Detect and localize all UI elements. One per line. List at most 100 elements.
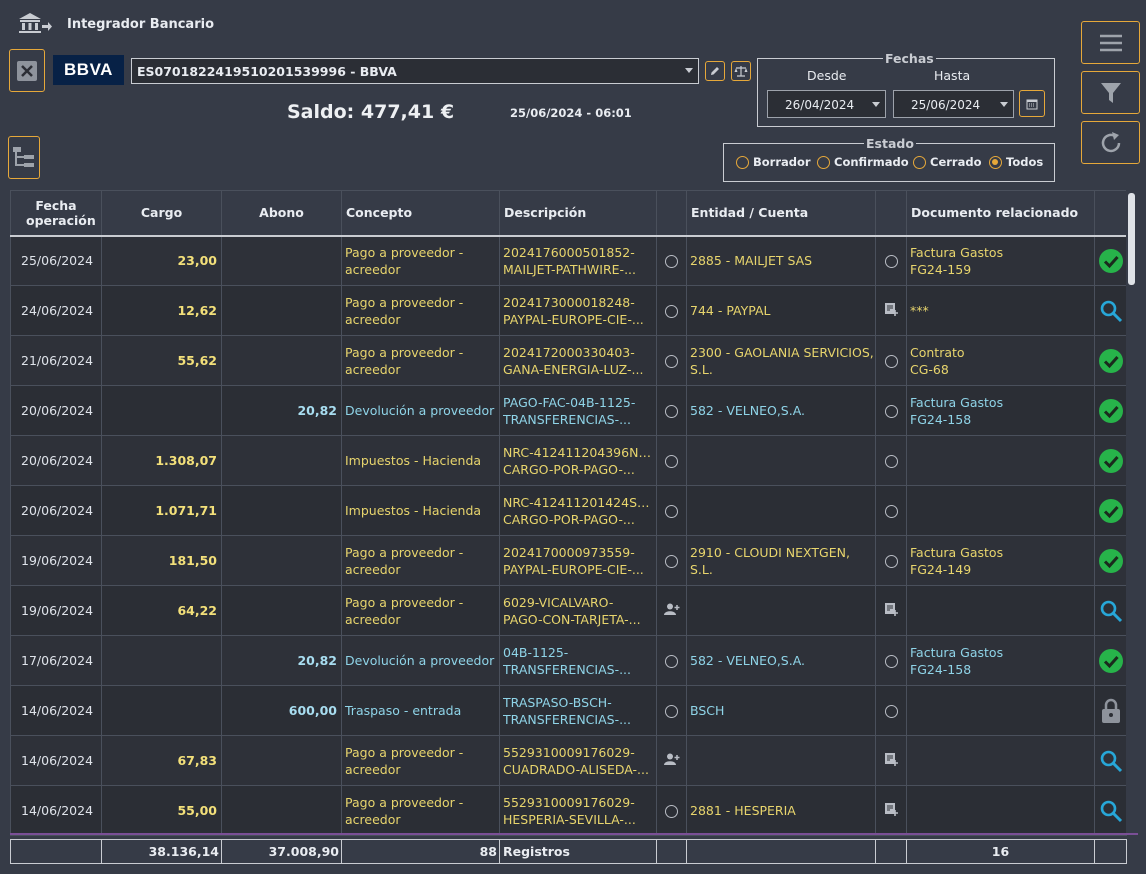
cell-doc-action[interactable] — [875, 435, 907, 486]
cell-doc-action[interactable] — [875, 785, 907, 836]
empty-circle-icon[interactable] — [884, 553, 898, 568]
filter-button[interactable] — [1081, 71, 1140, 114]
empty-circle-icon[interactable] — [665, 653, 678, 668]
search-icon[interactable] — [1099, 749, 1123, 773]
col-header-cargo[interactable]: Cargo — [101, 190, 222, 237]
cell-status[interactable] — [1094, 335, 1127, 386]
cell-status[interactable] — [1094, 235, 1127, 286]
person-add-icon[interactable] — [663, 753, 680, 768]
check-circle-icon[interactable] — [1098, 348, 1124, 374]
balance-button[interactable] — [731, 61, 751, 81]
empty-circle-icon[interactable] — [884, 503, 898, 518]
empty-circle-icon[interactable] — [884, 253, 898, 269]
cell-entity-action[interactable] — [656, 735, 687, 786]
cell-entity-action[interactable] — [656, 235, 687, 286]
tree-view-button[interactable] — [8, 136, 40, 179]
empty-circle-icon[interactable] — [665, 353, 678, 368]
desde-date-input[interactable]: 26/04/2024 — [767, 90, 886, 118]
empty-circle-icon[interactable] — [884, 353, 898, 368]
estado-radio-cerrado[interactable]: Cerrado — [913, 155, 982, 169]
table-row[interactable]: 20/06/2024 20,82 Devolución a proveedor PAG… — [10, 385, 1127, 436]
estado-radio-confirmado[interactable]: Confirmado — [817, 155, 909, 169]
cell-status[interactable] — [1094, 635, 1127, 686]
search-icon[interactable] — [1099, 599, 1123, 623]
empty-circle-icon[interactable] — [884, 653, 898, 668]
empty-circle-icon[interactable] — [884, 403, 898, 418]
account-select[interactable]: ES0701822419510201539996 - BBVA — [131, 58, 699, 84]
cell-doc-action[interactable] — [875, 685, 907, 736]
cell-doc-action[interactable] — [875, 535, 907, 586]
cell-entity-action[interactable] — [656, 535, 687, 586]
table-row[interactable]: 14/06/2024 67,83 Pago a proveedor - acreed… — [10, 735, 1127, 786]
empty-circle-icon[interactable] — [665, 303, 678, 318]
empty-circle-icon[interactable] — [665, 503, 678, 518]
check-circle-icon[interactable] — [1098, 498, 1124, 524]
check-circle-icon[interactable] — [1098, 448, 1124, 474]
document-add-icon[interactable] — [884, 602, 898, 619]
cell-status[interactable] — [1094, 385, 1127, 436]
cell-doc-action[interactable] — [875, 635, 907, 686]
empty-circle-icon[interactable] — [665, 703, 678, 718]
cell-entity-action[interactable] — [656, 585, 687, 636]
cell-entity-action[interactable] — [656, 335, 687, 386]
document-add-icon[interactable] — [884, 752, 898, 769]
cell-status[interactable] — [1094, 585, 1127, 636]
table-row[interactable]: 20/06/2024 1.071,71 Impuestos - Hacienda NR… — [10, 485, 1127, 536]
table-row[interactable]: 17/06/2024 20,82 Devolución a proveedor 04B… — [10, 635, 1127, 686]
calendar-button[interactable] — [1019, 90, 1045, 117]
check-circle-icon[interactable] — [1098, 548, 1124, 574]
person-add-icon[interactable] — [663, 603, 680, 618]
cell-status[interactable] — [1094, 285, 1127, 336]
document-add-icon[interactable] — [884, 802, 898, 819]
cell-doc-action[interactable] — [875, 285, 907, 336]
empty-circle-icon[interactable] — [884, 703, 898, 718]
cell-entity-action[interactable] — [656, 635, 687, 686]
col-header-descripcion[interactable]: Descripción — [499, 190, 657, 237]
check-circle-icon[interactable] — [1098, 398, 1124, 424]
cell-doc-action[interactable] — [875, 735, 907, 786]
cell-doc-action[interactable] — [875, 385, 907, 436]
empty-circle-icon[interactable] — [665, 803, 678, 818]
table-row[interactable]: 19/06/2024 181,50 Pago a proveedor - acree… — [10, 535, 1127, 586]
cell-entity-action[interactable] — [656, 485, 687, 536]
table-row[interactable]: 24/06/2024 12,62 Pago a proveedor - acreed… — [10, 285, 1127, 336]
col-header-documento[interactable]: Documento relacionado — [906, 190, 1095, 237]
cell-status[interactable] — [1094, 785, 1127, 836]
empty-circle-icon[interactable] — [665, 253, 678, 269]
close-button[interactable] — [9, 49, 45, 92]
cell-entity-action[interactable] — [656, 285, 687, 336]
check-circle-icon[interactable] — [1098, 648, 1124, 674]
cell-status[interactable] — [1094, 735, 1127, 786]
cell-status[interactable] — [1094, 435, 1127, 486]
cell-doc-action[interactable] — [875, 235, 907, 286]
estado-radio-borrador[interactable]: Borrador — [736, 155, 811, 169]
empty-circle-icon[interactable] — [665, 553, 678, 568]
col-header-concepto[interactable]: Concepto — [341, 190, 500, 237]
table-scrollbar[interactable] — [1126, 190, 1138, 835]
table-row[interactable]: 14/06/2024 600,00 Traspaso - entrada TRASPA… — [10, 685, 1127, 736]
cell-status[interactable] — [1094, 535, 1127, 586]
empty-circle-icon[interactable] — [884, 453, 898, 468]
table-row[interactable]: 21/06/2024 55,62 Pago a proveedor - acreed… — [10, 335, 1127, 386]
cell-entity-action[interactable] — [656, 685, 687, 736]
estado-radio-todos[interactable]: Todos — [989, 155, 1043, 169]
cell-entity-action[interactable] — [656, 785, 687, 836]
cell-entity-action[interactable] — [656, 385, 687, 436]
table-row[interactable]: 19/06/2024 64,22 Pago a proveedor - acreed… — [10, 585, 1127, 636]
cell-doc-action[interactable] — [875, 335, 907, 386]
check-circle-icon[interactable] — [1098, 248, 1124, 274]
table-row[interactable]: 20/06/2024 1.308,07 Impuestos - Hacienda NR… — [10, 435, 1127, 486]
document-add-icon[interactable] — [884, 302, 898, 319]
edit-account-button[interactable] — [705, 61, 725, 81]
menu-button[interactable] — [1081, 21, 1140, 64]
col-header-fecha[interactable]: Fecha operación — [10, 190, 102, 237]
refresh-button[interactable] — [1081, 121, 1140, 164]
search-icon[interactable] — [1099, 299, 1123, 323]
cell-status[interactable] — [1094, 685, 1127, 736]
hasta-date-input[interactable]: 25/06/2024 — [893, 90, 1014, 118]
empty-circle-icon[interactable] — [665, 453, 678, 468]
cell-doc-action[interactable] — [875, 485, 907, 536]
table-row[interactable]: 14/06/2024 55,00 Pago a proveedor - acreed… — [10, 785, 1127, 836]
cell-entity-action[interactable] — [656, 435, 687, 486]
cell-doc-action[interactable] — [875, 585, 907, 636]
